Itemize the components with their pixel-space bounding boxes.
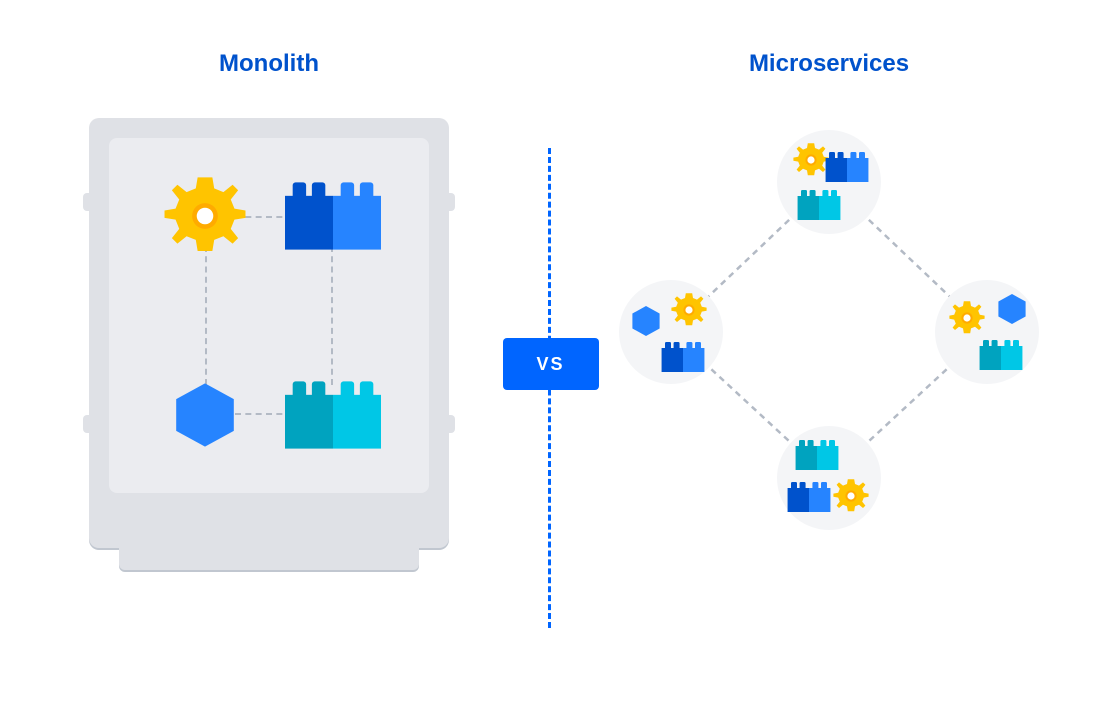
server-face: [109, 138, 429, 493]
service-bottom-content: [785, 434, 873, 522]
block-teal-icon: [795, 440, 839, 470]
hexagon-icon: [995, 292, 1029, 326]
service-node-right: [935, 280, 1039, 384]
service-left-content: [627, 288, 715, 376]
microservices-title: Microservices: [749, 50, 909, 78]
gear-icon: [831, 476, 871, 516]
vs-badge: VS: [503, 338, 599, 390]
block-teal-icon: [979, 340, 1023, 370]
block-blue-icon: [825, 152, 869, 182]
vs-column: VS: [489, 50, 609, 628]
block-teal-icon: [285, 381, 381, 449]
gear-icon: [669, 290, 709, 330]
hexagon-icon: [629, 304, 663, 338]
gear-icon: [159, 170, 251, 262]
mono-edge-left: [205, 246, 207, 385]
service-node-left: [619, 280, 723, 384]
mono-node-hexagon: [157, 367, 253, 463]
block-blue-icon: [285, 182, 381, 250]
block-blue-icon: [661, 342, 705, 372]
mono-node-block-blue: [285, 168, 381, 264]
block-teal-icon: [797, 190, 841, 220]
mono-node-block-teal: [285, 367, 381, 463]
microservices-column: Microservices: [609, 50, 1049, 550]
monolith-grid: [157, 168, 381, 463]
monolith-column: Monolith: [49, 50, 489, 548]
block-blue-icon: [787, 482, 831, 512]
service-node-top: [777, 130, 881, 234]
server-foot-notch: [119, 544, 419, 570]
diagram-root: Monolith: [0, 0, 1098, 702]
service-top-content: [785, 138, 873, 226]
microservices-cluster: [619, 130, 1039, 550]
hexagon-icon: [169, 379, 241, 451]
mono-node-gear: [157, 168, 253, 264]
service-right-content: [943, 288, 1031, 376]
gear-icon: [947, 298, 987, 338]
vs-divider-line: VS: [548, 148, 551, 628]
monolith-server: [89, 118, 449, 548]
monolith-title: Monolith: [219, 50, 319, 78]
mono-edge-right: [331, 246, 333, 385]
service-node-bottom: [777, 426, 881, 530]
